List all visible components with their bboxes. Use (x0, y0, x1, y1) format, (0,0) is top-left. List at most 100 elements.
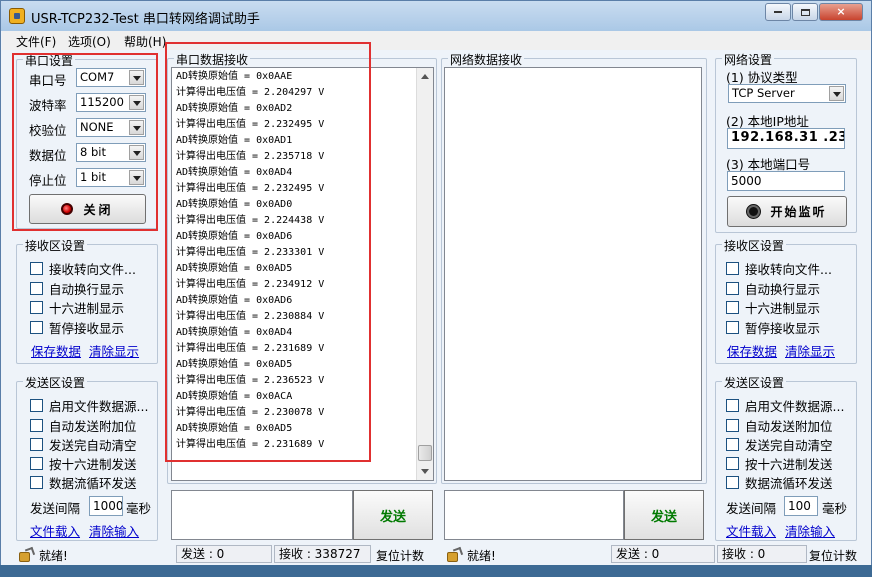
recv-line: AD转换原始值 = 0x0AD6 (176, 295, 293, 306)
left-recv-settings-title: 接收区设置 (23, 237, 88, 254)
ip-input[interactable]: 192.168.31 .230 (727, 128, 845, 149)
parity-value: NONE (80, 120, 114, 134)
recv-line: AD转换原始值 = 0x0AD4 (176, 327, 293, 338)
left-hex-display-checkbox[interactable]: 十六进制显示 (30, 298, 124, 317)
left-recv-to-file-checkbox[interactable]: 接收转向文件... (30, 259, 136, 278)
right-interval-label: 发送间隔 (726, 501, 777, 516)
menu-bar: 文件(F) 选项(O) 帮助(H) (2, 31, 870, 50)
right-pause-display-checkbox[interactable]: 暂停接收显示 (726, 318, 820, 337)
recv-line: AD转换原始值 = 0x0AD4 (176, 167, 293, 178)
maximize-button[interactable] (792, 3, 818, 21)
close-window-button[interactable]: × (819, 3, 863, 21)
stopbits-value: 1 bit (80, 170, 106, 184)
stopbits-select[interactable]: 1 bit (76, 168, 146, 187)
ready-icon (19, 548, 33, 562)
start-listen-button[interactable]: 开始监听 (727, 196, 847, 227)
recv-line: AD转换原始值 = 0x0AD5 (176, 263, 293, 274)
left-clear-input-link[interactable]: 清除输入 (89, 521, 139, 540)
left-interval-unit: 毫秒 (126, 501, 152, 516)
port-select[interactable]: COM7 (76, 68, 146, 87)
menu-help[interactable]: 帮助(H) (124, 33, 166, 50)
right-auto-append-checkbox[interactable]: 自动发送附加位 (726, 416, 833, 435)
left-status-sent: 发送 : 0 (176, 545, 272, 563)
left-reset-count-button[interactable]: 复位计数 (376, 547, 424, 564)
parity-label: 校验位 (29, 123, 67, 138)
menu-options[interactable]: 选项(O) (68, 33, 111, 50)
left-interval-input[interactable]: 1000 (89, 496, 123, 516)
close-icon: × (836, 5, 846, 18)
right-status-sent: 发送 : 0 (611, 545, 715, 563)
left-hex-send-checkbox[interactable]: 按十六进制发送 (30, 454, 137, 473)
recv-line: 计算得出电压值 = 2.232495 V (176, 183, 325, 194)
right-clear-input-link[interactable]: 清除输入 (785, 521, 835, 540)
right-status-ready: 就绪! (467, 549, 496, 563)
databits-label: 数据位 (29, 148, 67, 163)
recv-line: AD转换原始值 = 0x0AD1 (176, 135, 293, 146)
app-window: USR-TCP232-Test 串口转网络调试助手 × 文件(F) 选项(O) … (0, 0, 872, 577)
right-recv-to-file-checkbox[interactable]: 接收转向文件... (726, 259, 832, 278)
recv-line: 计算得出电压值 = 2.234912 V (176, 279, 325, 290)
net-send-input[interactable] (444, 490, 624, 540)
left-auto-wrap-checkbox[interactable]: 自动换行显示 (30, 279, 124, 298)
chevron-down-icon (129, 95, 144, 110)
recv-line: 计算得出电压值 = 2.204297 V (176, 87, 325, 98)
right-hex-display-checkbox[interactable]: 十六进制显示 (726, 298, 820, 317)
baud-select[interactable]: 115200 (76, 93, 146, 112)
left-save-data-link[interactable]: 保存数据 (31, 341, 81, 360)
net-send-button[interactable]: 发送 (624, 490, 704, 540)
left-auto-clear-checkbox[interactable]: 发送完自动清空 (30, 435, 137, 454)
right-hex-send-checkbox[interactable]: 按十六进制发送 (726, 454, 833, 473)
left-clear-display-link[interactable]: 清除显示 (89, 341, 139, 360)
recv-line: 计算得出电压值 = 2.230078 V (176, 407, 325, 418)
right-reset-count-button[interactable]: 复位计数 (809, 547, 857, 564)
chevron-down-icon (129, 70, 144, 85)
right-recv-settings-title: 接收区设置 (722, 237, 787, 254)
ready-icon (447, 548, 461, 562)
scroll-up-icon[interactable] (417, 68, 433, 85)
close-port-label: 关闭 (83, 202, 114, 217)
close-port-button[interactable]: 关闭 (29, 194, 146, 224)
serial-send-button[interactable]: 发送 (353, 490, 433, 540)
right-save-data-link[interactable]: 保存数据 (727, 341, 777, 360)
app-icon (9, 8, 25, 24)
parity-select[interactable]: NONE (76, 118, 146, 137)
left-file-load-link[interactable]: 文件载入 (30, 521, 80, 540)
baud-value: 115200 (80, 95, 124, 109)
recv-line: 计算得出电压值 = 2.236523 V (176, 375, 325, 386)
net-recv-textarea[interactable] (444, 67, 702, 481)
right-send-settings-title: 发送区设置 (722, 374, 787, 391)
port-number-input[interactable]: 5000 (727, 171, 845, 191)
serial-send-input[interactable] (171, 490, 353, 540)
left-loop-send-checkbox[interactable]: 数据流循环发送 (30, 473, 137, 492)
serial-recv-scrollbar[interactable] (416, 68, 433, 480)
right-loop-send-checkbox[interactable]: 数据流循环发送 (726, 473, 833, 492)
right-clear-display-link[interactable]: 清除显示 (785, 341, 835, 360)
left-file-source-checkbox[interactable]: 启用文件数据源... (30, 396, 148, 415)
recv-line: 计算得出电压值 = 2.235718 V (176, 151, 325, 162)
right-auto-clear-checkbox[interactable]: 发送完自动清空 (726, 435, 833, 454)
minimize-button[interactable] (765, 3, 791, 21)
recv-line: 计算得出电压值 = 2.232495 V (176, 119, 325, 130)
minimize-icon (774, 11, 782, 13)
right-interval-input[interactable]: 100 (784, 496, 818, 516)
databits-select[interactable]: 8 bit (76, 143, 146, 162)
left-status-received: 接收 : 338727 (274, 545, 371, 563)
protocol-select[interactable]: TCP Server (728, 84, 846, 103)
left-pause-display-checkbox[interactable]: 暂停接收显示 (30, 318, 124, 337)
left-interval-label: 发送间隔 (30, 501, 81, 516)
serial-recv-textarea[interactable]: AD转换原始值 = 0x0AAE 计算得出电压值 = 2.204297 V AD转换… (171, 67, 434, 481)
chevron-down-icon (129, 120, 144, 135)
serial-settings-title: 串口设置 (23, 52, 76, 69)
right-auto-wrap-checkbox[interactable]: 自动换行显示 (726, 279, 820, 298)
left-auto-append-checkbox[interactable]: 自动发送附加位 (30, 416, 137, 435)
menu-file[interactable]: 文件(F) (16, 33, 56, 50)
scroll-thumb[interactable] (418, 445, 432, 461)
right-file-load-link[interactable]: 文件载入 (726, 521, 776, 540)
right-file-source-checkbox[interactable]: 启用文件数据源... (726, 396, 844, 415)
taskbar-strip (0, 565, 872, 577)
recv-line: AD转换原始值 = 0x0AD0 (176, 199, 293, 210)
port-label: 串口号 (29, 73, 67, 88)
scroll-down-icon[interactable] (417, 463, 433, 480)
recv-line: AD转换原始值 = 0x0ACA (176, 391, 293, 402)
serial-recv-content: AD转换原始值 = 0x0AAE 计算得出电压值 = 2.204297 V AD转换… (176, 69, 324, 453)
